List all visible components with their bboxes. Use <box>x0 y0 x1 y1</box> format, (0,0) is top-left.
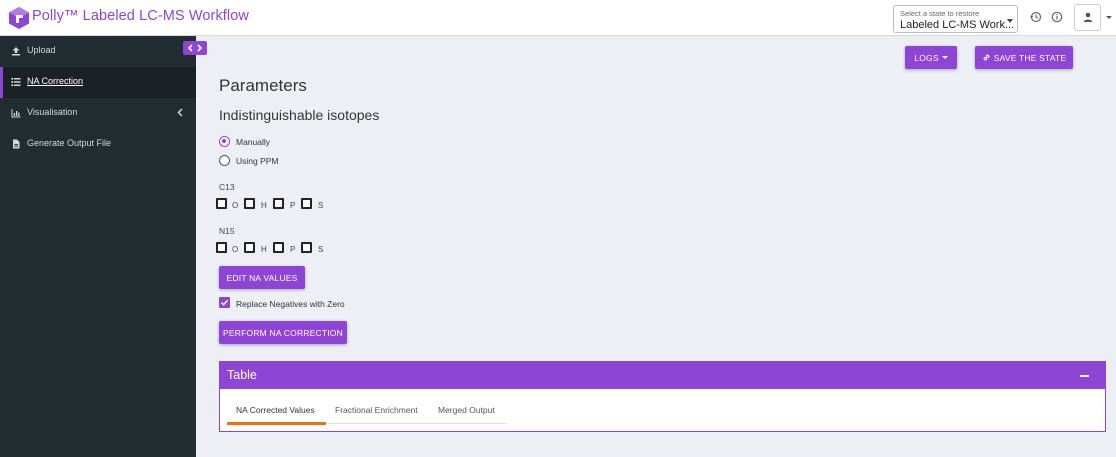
sidebar-item-visualisation[interactable]: Visualisation <box>0 98 196 129</box>
sidebar-toggle-button[interactable] <box>183 41 207 55</box>
app-title: Polly™ Labeled LC-MS Workflow <box>32 8 249 24</box>
upload-icon <box>12 47 20 56</box>
section-title: Indistinguishable isotopes <box>219 107 380 123</box>
active-tab-indicator <box>227 422 326 425</box>
chevron-left-icon[interactable] <box>177 108 183 117</box>
table-panel-header: Table <box>220 362 1105 389</box>
polly-logo-icon <box>9 7 29 29</box>
replace-negatives-label: Replace Negatives with Zero <box>236 299 345 309</box>
file-icon <box>13 139 20 149</box>
c13-checkbox-p[interactable] <box>273 198 284 209</box>
n15-label-p: P <box>290 245 296 254</box>
save-state-button[interactable]: SAVE THE STATE <box>975 46 1073 69</box>
user-icon <box>1083 12 1093 22</box>
user-menu-caret-icon[interactable] <box>1106 16 1112 19</box>
radio-manually[interactable] <box>219 136 230 147</box>
tab-fractional-enrichment[interactable]: Fractional Enrichment <box>335 405 418 415</box>
logs-button-label: LOGS <box>914 52 939 63</box>
n15-checkbox-p[interactable] <box>273 242 284 253</box>
tab-merged-output[interactable]: Merged Output <box>438 405 495 415</box>
radio-using-ppm[interactable] <box>219 155 230 166</box>
c13-checkbox-h[interactable] <box>244 198 255 209</box>
sidebar: Upload NA Correction Visualisation Gener… <box>0 36 196 457</box>
tab-na-corrected-values[interactable]: NA Corrected Values <box>236 405 315 415</box>
state-select-label: Select a state to restore <box>900 9 980 18</box>
c13-label-h: H <box>261 201 267 210</box>
info-icon[interactable] <box>1050 10 1064 24</box>
n15-checkbox-o[interactable] <box>216 242 227 253</box>
sidebar-item-label: NA Correction <box>27 76 84 86</box>
page-title: Parameters <box>219 76 307 95</box>
sidebar-item-na-correction[interactable]: NA Correction <box>0 67 196 98</box>
c13-checkbox-s[interactable] <box>301 198 312 209</box>
sidebar-item-label: Generate Output File <box>27 138 112 148</box>
radio-label-using-ppm: Using PPM <box>236 156 279 166</box>
top-header: Polly™ Labeled LC-MS Workflow Select a s… <box>0 0 1116 36</box>
table-panel: Table NA Corrected Values Fractional Enr… <box>219 361 1106 432</box>
c13-label-s: S <box>318 201 324 210</box>
sidebar-item-label: Visualisation <box>27 107 78 117</box>
caret-down-icon <box>941 56 948 59</box>
state-select-value: Labeled LC-MS Work... <box>900 19 1015 31</box>
link-icon <box>983 54 990 61</box>
table-panel-title: Table <box>227 368 257 382</box>
sidebar-item-upload[interactable]: Upload <box>0 36 196 67</box>
n15-label-o: O <box>232 245 239 254</box>
save-state-label: SAVE THE STATE <box>993 52 1067 63</box>
user-menu-button[interactable] <box>1074 4 1101 31</box>
c13-label-o: O <box>232 201 239 210</box>
list-icon <box>11 78 21 86</box>
c13-checkbox-o[interactable] <box>216 198 227 209</box>
n15-checkbox-s[interactable] <box>301 242 312 253</box>
replace-negatives-checkbox[interactable] <box>219 297 230 308</box>
perform-na-correction-button[interactable]: PERFORM NA CORRECTION <box>219 321 347 344</box>
edit-na-values-button[interactable]: EDIT NA VALUES <box>219 266 305 289</box>
c13-label-p: P <box>290 201 296 210</box>
n15-label-h: H <box>261 245 267 254</box>
collapse-arrows-icon <box>187 44 203 52</box>
radio-label-manually: Manually <box>236 137 271 147</box>
chart-icon <box>11 109 21 118</box>
dropdown-caret-icon <box>1007 19 1013 23</box>
sidebar-item-generate-output[interactable]: Generate Output File <box>0 129 196 160</box>
state-restore-select[interactable]: Select a state to restore Labeled LC-MS … <box>893 5 1018 33</box>
logs-dropdown-button[interactable]: LOGS <box>905 46 957 69</box>
c13-label: C13 <box>219 182 235 192</box>
history-icon[interactable] <box>1029 10 1043 24</box>
check-icon <box>220 299 229 306</box>
collapse-minus-icon[interactable] <box>1080 375 1089 377</box>
n15-checkbox-h[interactable] <box>244 242 255 253</box>
sidebar-item-label: Upload <box>27 45 56 55</box>
n15-label: N15 <box>219 226 235 236</box>
n15-label-s: S <box>318 245 324 254</box>
